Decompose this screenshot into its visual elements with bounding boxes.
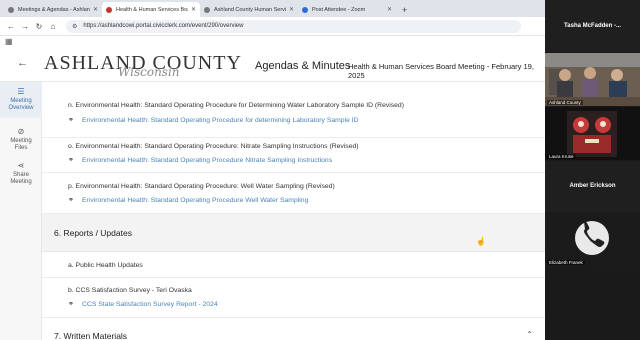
page-title: Agendas & Minutes (255, 60, 351, 72)
attachment-link[interactable]: ⚭ Environmental Health: Standard Operati… (68, 116, 359, 125)
county-logo-subtitle: Wisconsin (118, 65, 180, 79)
video-feed (545, 213, 640, 266)
link-icon: ⚭ (68, 197, 74, 204)
tab-title: Meetings & Agendas - Ashland (18, 6, 90, 13)
bookmarks-bar: ▦ (0, 36, 545, 48)
participant-caption: Ashland County (547, 100, 583, 105)
forward-arrow-icon[interactable]: → (18, 22, 32, 31)
back-arrow-icon[interactable]: ← (4, 22, 18, 31)
left-rail: ☰ Meeting Overview ⊘ Meeting Files ⋖ Sha… (0, 82, 42, 340)
home-icon[interactable]: ⌂ (46, 22, 60, 31)
agenda-item-title: a. Public Health Updates (68, 262, 143, 269)
zoom-favicon-icon (302, 6, 308, 13)
participant-name: Amber Erickson (569, 183, 616, 189)
tab-title: Post Attendee - Zoom (312, 6, 366, 13)
participant-tile[interactable]: Tasha McFadden -... (545, 0, 640, 52)
link-icon: ⚭ (68, 157, 74, 164)
browser-tab-strip: Meetings & Agendas - Ashland ✕ Health & … (0, 0, 545, 17)
chevron-up-icon[interactable]: ⌃ (526, 330, 533, 339)
attachment-icon: ⊘ (17, 127, 25, 136)
participant-tile[interactable]: Amber Erickson (545, 161, 640, 212)
agenda-item-p: p. Environmental Health: Standard Operat… (42, 173, 545, 214)
browser-tab[interactable]: Ashland County Human Servic ✕ (200, 2, 298, 17)
agenda-item-title: b. CCS Satisfaction Survey - Teri Ovaska (68, 287, 192, 294)
agenda-item-o: o. Environmental Health: Standard Operat… (42, 138, 545, 173)
participant-caption: Elizabeth Franek (547, 260, 585, 265)
tab-title: Health & Human Services Boa (116, 6, 188, 13)
browser-tab[interactable]: Meetings & Agendas - Ashland ✕ (4, 2, 102, 17)
list-icon: ☰ (17, 87, 25, 96)
meeting-title: Health & Human Services Board Meeting - … (348, 62, 534, 80)
reload-icon[interactable]: ↻ (32, 22, 46, 31)
url-text: https://ashlandcowi.portal.civicclerk.co… (83, 23, 244, 29)
apps-grid-icon[interactable]: ▦ (5, 37, 13, 46)
rail-item-meeting-files[interactable]: ⊘ Meeting Files (0, 122, 42, 152)
tab-favicon-icon (8, 6, 14, 13)
browser-tab-active[interactable]: Health & Human Services Boa ✕ (102, 2, 200, 17)
mouse-cursor-icon: ☝ (476, 237, 486, 246)
participant-caption: Laura Kruse (547, 154, 576, 159)
attachment-link[interactable]: ⚭ Environmental Health: Standard Operati… (68, 156, 332, 165)
tab-favicon-icon (106, 6, 112, 13)
page-header: ← ASHLAND COUNTY Wisconsin Agendas & Min… (0, 48, 545, 82)
video-feed (545, 107, 640, 160)
link-icon: ⚭ (68, 301, 74, 308)
tab-favicon-icon (204, 6, 210, 13)
section-written-materials[interactable]: 7. Written Materials ⌃ (42, 318, 545, 340)
close-icon[interactable]: ✕ (289, 6, 294, 13)
agenda-item-title: n. Environmental Health: Standard Operat… (68, 102, 404, 109)
close-icon[interactable]: ✕ (93, 6, 98, 13)
link-icon: ⚭ (68, 117, 74, 124)
participant-video-tile[interactable]: Elizabeth Franek (545, 213, 640, 266)
browser-tab[interactable]: Post Attendee - Zoom ✕ (298, 2, 396, 17)
participant-name: Tasha McFadden -... (564, 23, 621, 29)
participant-video-tile[interactable]: Laura Kruse (545, 107, 640, 160)
address-bar-row: ← → ↻ ⌂ ⚙ https://ashlandcowi.portal.civ… (0, 17, 545, 36)
url-bar[interactable]: ⚙ https://ashlandcowi.portal.civicclerk.… (66, 19, 521, 33)
attachment-link[interactable]: ⚭ Environmental Health: Standard Operati… (68, 196, 308, 205)
zoom-participant-panel: Tasha McFadden -... Ashland County Laura… (545, 0, 640, 340)
new-tab-button[interactable]: + (396, 5, 413, 17)
share-icon: ⋖ (17, 161, 25, 170)
attachment-link[interactable]: ⚭ CCS State Satisfaction Survey Report -… (68, 300, 218, 309)
agenda-content: n. Environmental Health: Standard Operat… (42, 82, 545, 340)
close-icon[interactable]: ✕ (387, 6, 392, 13)
video-feed (545, 53, 640, 106)
participant-video-tile[interactable]: Ashland County (545, 53, 640, 106)
agenda-item-6b: b. CCS Satisfaction Survey - Teri Ovaska… (42, 278, 545, 318)
tab-title: Ashland County Human Servic (214, 6, 286, 13)
agenda-item-6a: a. Public Health Updates (42, 252, 545, 278)
rail-item-share-meeting[interactable]: ⋖ Share Meeting (0, 156, 42, 186)
agenda-item-title: p. Environmental Health: Standard Operat… (68, 183, 335, 190)
section-title: 6. Reports / Updates (54, 228, 132, 238)
section-title: 7. Written Materials (54, 331, 128, 340)
site-info-icon[interactable]: ⚙ (72, 23, 77, 30)
close-icon[interactable]: ✕ (191, 6, 196, 13)
rail-item-meeting-overview[interactable]: ☰ Meeting Overview (0, 82, 42, 118)
agenda-item-title: o. Environmental Health: Standard Operat… (68, 143, 359, 150)
agenda-item-n: n. Environmental Health: Standard Operat… (42, 96, 545, 138)
back-arrow-icon[interactable]: ← (17, 57, 28, 69)
section-reports-updates[interactable]: 6. Reports / Updates (42, 214, 545, 252)
